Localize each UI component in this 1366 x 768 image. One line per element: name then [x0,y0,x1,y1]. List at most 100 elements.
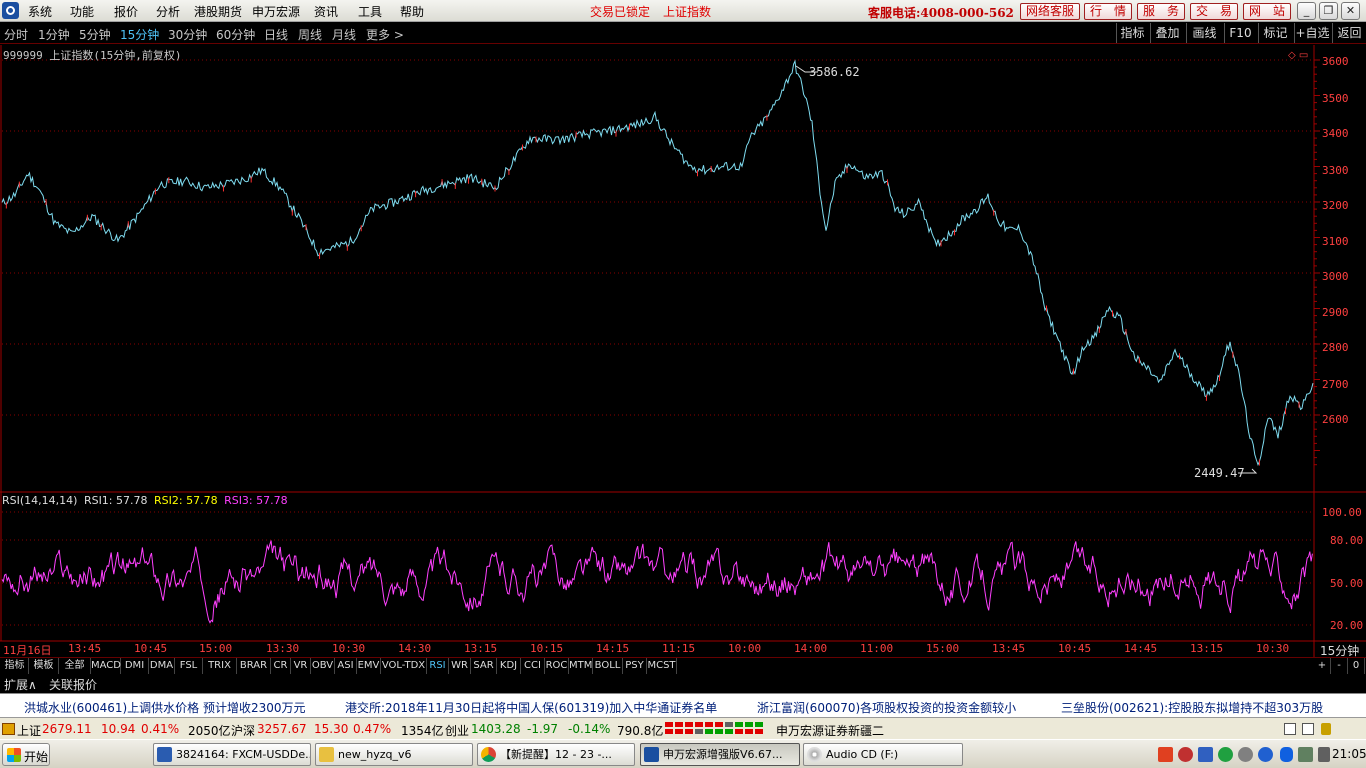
draw-line-button[interactable]: 画线 [1186,23,1222,43]
trade-button[interactable]: 交 易 [1190,3,1238,20]
period-more[interactable]: 更多 > [366,26,404,43]
indicator-tab-boll[interactable]: BOLL [593,658,623,674]
indicator-panel-control[interactable]: 0 [1348,658,1365,674]
service-button[interactable]: 服 务 [1137,3,1185,20]
indicator-tab-asi[interactable]: ASI [335,658,357,674]
breadth-cell [735,722,743,727]
indicator-tab-trix[interactable]: TRIX [203,658,237,674]
volume-icon[interactable] [1318,747,1330,762]
tray-icon[interactable] [1218,747,1233,762]
indicator-panel-control[interactable]: - [1331,658,1348,674]
indicator-button[interactable]: 指标 [1116,23,1148,43]
x-tick: 10:45 [1058,642,1092,655]
indicator-tab-rsi[interactable]: RSI [427,658,449,674]
extension-bar: 扩展∧ 关联报价 [0,674,1366,692]
tray-icon[interactable] [1178,747,1193,762]
menu-tools[interactable]: 工具 [358,3,382,20]
x-tick: 15:00 [199,642,233,655]
breadth-cell [665,722,673,727]
indicator-tab-emv[interactable]: EMV [357,658,381,674]
grid-icon[interactable] [1302,723,1314,735]
indicator-tab-dma[interactable]: DMA [149,658,175,674]
market-button[interactable]: 行 情 [1084,3,1132,20]
indicator-tab-mtm[interactable]: MTM [569,658,593,674]
add-favorite-button[interactable]: +自选 [1294,23,1330,43]
news-item[interactable]: 三垒股份(002621):控股股东拟增持不超303万股 [1061,699,1323,716]
indicator-tab-psy[interactable]: PSY [623,658,647,674]
taskbar-item[interactable]: Audio CD (F:) [803,743,963,766]
news-item[interactable]: 洪城水业(600461)上调供水价格 预计增收2300万元 [24,699,306,716]
indicator-tab-wr[interactable]: WR [449,658,471,674]
indicator-tab-dmi[interactable]: DMI [121,658,149,674]
taskbar-item[interactable]: 3824164: FXCM-USDDe... [153,743,311,766]
period-tick[interactable]: 分时 [4,26,28,43]
indicator-tab-vr[interactable]: VR [291,658,311,674]
overlay-button[interactable]: 叠加 [1150,23,1184,43]
expand-button[interactable]: 扩展∧ [4,676,37,693]
indicator-tab-obv[interactable]: OBV [311,658,335,674]
period-1min[interactable]: 1分钟 [38,26,70,43]
breadth-cell [665,729,673,734]
taskbar-item[interactable]: 【新提醒】12 - 23 -... [477,743,635,766]
menu-swhy[interactable]: 申万宏源 [252,3,300,20]
indicator-tab-cr[interactable]: CR [271,658,291,674]
indicator-tab-fsl[interactable]: FSL [175,658,203,674]
chart-grid [2,59,1314,626]
breadth-cell [735,729,743,734]
menu-hk-futures[interactable]: 港股期货 [194,3,242,20]
tray-icon[interactable] [1238,747,1253,762]
indicator-tab-指标[interactable]: 指标 [1,658,29,674]
indicator-tab-全部[interactable]: 全部 [59,658,91,674]
indicator-tab-roc[interactable]: ROC [545,658,569,674]
related-quote-button[interactable]: 关联报价 [49,676,97,693]
indicator-tab-macd[interactable]: MACD [91,658,121,674]
cy-name: 创业 [445,724,470,738]
menu-system[interactable]: 系统 [28,3,52,20]
tray-icon[interactable] [1198,747,1213,762]
period-week[interactable]: 周线 [298,26,322,43]
menu-quote[interactable]: 报价 [114,3,138,20]
indicator-tab-cci[interactable]: CCI [521,658,545,674]
input-method-icon[interactable] [1158,747,1173,762]
indicator-tab-brar[interactable]: BRAR [237,658,271,674]
news-item[interactable]: 浙江富润(600070)各项股权投资的投资金额较小 [757,699,1016,716]
period-day[interactable]: 日线 [264,26,288,43]
restore-button[interactable]: ❐ [1319,2,1338,20]
period-5min[interactable]: 5分钟 [79,26,111,43]
website-button[interactable]: 网 站 [1243,3,1291,20]
y-tick-3500: 3500 [1322,92,1349,105]
indicator-tab-vol-tdx[interactable]: VOL-TDX [381,658,427,674]
indicator-panel-control[interactable]: + [1314,658,1331,674]
kline-chart[interactable]: ◇ ▭ [0,45,1366,657]
indicator-tab-模板[interactable]: 模板 [29,658,59,674]
mark-button[interactable]: 标记 [1258,23,1292,43]
menu-help[interactable]: 帮助 [400,3,424,20]
minimize-button[interactable]: _ [1297,2,1316,20]
indicator-tab-sar[interactable]: SAR [471,658,497,674]
period-60min[interactable]: 60分钟 [216,26,255,43]
swhy-app-icon [644,747,659,762]
f10-button[interactable]: F10 [1224,23,1256,43]
menu-analysis[interactable]: 分析 [156,3,180,20]
online-service-button[interactable]: 网络客服 [1020,3,1080,20]
network-icon[interactable] [1298,747,1313,762]
taskbar-item[interactable]: 申万宏源增强版V6.67... [640,743,800,766]
rsi3-value: RSI3: 57.78 [224,494,288,507]
period-month[interactable]: 月线 [332,26,356,43]
taskbar-item[interactable]: new_hyzq_v6 [315,743,473,766]
indicator-tab-mcst[interactable]: MCST [647,658,677,674]
back-button[interactable]: 返回 [1332,23,1366,43]
indicator-tab-kdj[interactable]: KDJ [497,658,521,674]
lock-icon[interactable] [1321,723,1331,735]
close-button[interactable]: ✕ [1341,2,1360,20]
tray-icon[interactable] [1258,747,1273,762]
news-item[interactable]: 港交所:2018年11月30日起将中国人保(601319)加入中华通证券名单 [345,699,717,716]
menu-function[interactable]: 功能 [70,3,94,20]
bluetooth-icon[interactable] [1280,747,1293,762]
period-30min[interactable]: 30分钟 [168,26,207,43]
checkbox-icon[interactable] [1284,723,1296,735]
start-button[interactable]: 开始 [2,743,50,766]
period-15min[interactable]: 15分钟 [120,26,159,43]
breadth-cell [725,722,733,727]
menu-info[interactable]: 资讯 [314,3,338,20]
